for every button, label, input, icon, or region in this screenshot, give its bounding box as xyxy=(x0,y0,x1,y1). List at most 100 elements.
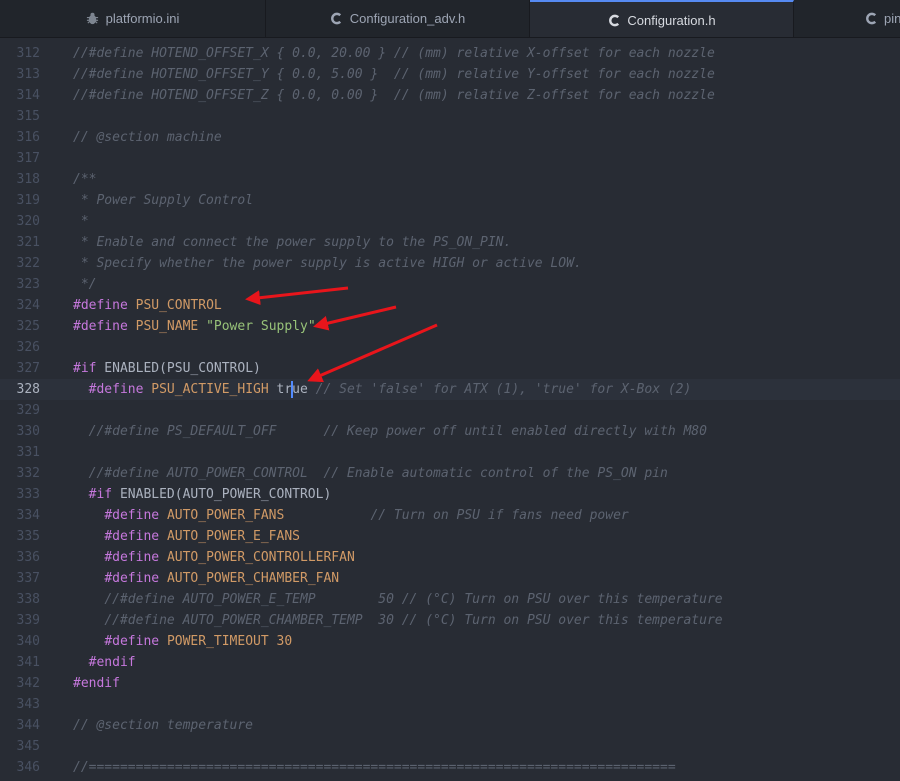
code-token: //#define HOTEND_OFFSET_Z { 0.0, 0.00 } … xyxy=(73,88,715,103)
code-line[interactable]: #define AUTO_POWER_CONTROLLERFAN xyxy=(73,547,355,568)
code-line[interactable]: #define POWER_TIMEOUT 30 xyxy=(73,631,292,652)
code-token: //#define AUTO_POWER_E_TEMP 50 // (°C) T… xyxy=(104,592,723,607)
code-token: "Power Supply" xyxy=(206,319,316,334)
code-token: AUTO_POWER_FANS xyxy=(166,508,285,523)
code-line[interactable]: * Power Supply Control xyxy=(73,190,253,211)
line-number: 343 xyxy=(16,697,40,712)
code-line[interactable]: #endif xyxy=(73,673,120,694)
code-token: /** xyxy=(73,172,97,187)
tab-pins[interactable]: pins xyxy=(794,0,900,37)
code-line[interactable]: #define PSU_NAME "Power Supply" xyxy=(73,316,316,337)
code-line[interactable]: //#define PS_DEFAULT_OFF // Keep power o… xyxy=(73,421,707,442)
code-line[interactable]: //#define AUTO_POWER_CONTROL // Enable a… xyxy=(73,463,668,484)
code-token: // Set 'false' for ATX (1), 'true' for X… xyxy=(315,382,692,397)
line-number: 333 xyxy=(16,487,40,502)
tab-label: platformio.ini xyxy=(105,11,180,26)
code-line[interactable]: */ xyxy=(73,274,97,295)
code-line[interactable]: #if ENABLED(PSU_CONTROL) xyxy=(73,358,261,379)
code-line[interactable]: * Enable and connect the power supply to… xyxy=(73,232,511,253)
line-number: 339 xyxy=(16,613,40,628)
code-token: #define xyxy=(104,508,160,523)
line-number: 320 xyxy=(16,214,40,229)
code-line[interactable]: #define AUTO_POWER_FANS // Turn on PSU i… xyxy=(73,505,628,526)
c-file-icon xyxy=(607,13,621,27)
code-line[interactable]: #if ENABLED(AUTO_POWER_CONTROL) xyxy=(73,484,332,505)
code-token: * Specify whether the power supply is ac… xyxy=(73,256,582,271)
tab-configuration-adv-h[interactable]: Configuration_adv.h xyxy=(266,0,530,37)
code-line[interactable]: // @section machine xyxy=(73,127,222,148)
code-line[interactable]: #define PSU_ACTIVE_HIGH true // Set 'fal… xyxy=(73,379,691,400)
code-token: #define xyxy=(104,634,160,649)
code-token: ENABLED(PSU_CONTROL) xyxy=(96,361,261,376)
code-token: #endif xyxy=(73,676,120,691)
line-number: 324 xyxy=(16,298,40,313)
code-line[interactable]: //======================================… xyxy=(73,757,676,778)
code-token: 30 xyxy=(276,634,293,649)
code-token: POWER_TIMEOUT xyxy=(166,634,269,649)
code-token: AUTO_POWER_CONTROLLERFAN xyxy=(166,550,355,565)
code-token: //#define HOTEND_OFFSET_Y { 0.0, 5.00 } … xyxy=(73,67,715,82)
code-token: #define xyxy=(104,529,160,544)
arrow-psu-control xyxy=(245,286,349,306)
line-number: 319 xyxy=(16,193,40,208)
line-number: 345 xyxy=(16,739,40,754)
line-number: 342 xyxy=(16,676,40,691)
tab-configuration-h[interactable]: Configuration.h xyxy=(530,0,794,37)
line-number: 314 xyxy=(16,88,40,103)
code-token: #if xyxy=(73,361,97,376)
code-line[interactable]: * xyxy=(73,211,89,232)
code-line[interactable]: #define AUTO_POWER_CHAMBER_FAN xyxy=(73,568,339,589)
line-number: 322 xyxy=(16,256,40,271)
code-token: #define xyxy=(73,319,128,334)
code-token: //#define HOTEND_OFFSET_X { 0.0, 20.00 }… xyxy=(73,46,715,61)
line-number: 328 xyxy=(16,382,40,397)
code-token: // @section machine xyxy=(73,130,222,145)
line-number: 340 xyxy=(16,634,40,649)
line-number: 315 xyxy=(16,109,40,124)
code-token: #endif xyxy=(88,655,136,670)
code-token: //#define PS_DEFAULT_OFF // Keep power o… xyxy=(88,424,707,439)
code-line[interactable]: //#define HOTEND_OFFSET_Y { 0.0, 5.00 } … xyxy=(73,64,715,85)
code-line[interactable]: //#define AUTO_POWER_CHAMBER_TEMP 30 // … xyxy=(73,610,722,631)
line-number: 318 xyxy=(16,172,40,187)
code-line[interactable]: #endif xyxy=(73,652,136,673)
code-token: //#define AUTO_POWER_CONTROL // Enable a… xyxy=(88,466,668,481)
code-line[interactable]: //#define AUTO_POWER_E_TEMP 50 // (°C) T… xyxy=(73,589,723,610)
code-token: //======================================… xyxy=(73,760,676,775)
line-number: 325 xyxy=(16,319,40,334)
code-line[interactable]: * Specify whether the power supply is ac… xyxy=(73,253,582,274)
line-number: 313 xyxy=(16,67,40,82)
code-line[interactable]: //#define HOTEND_OFFSET_Z { 0.0, 0.00 } … xyxy=(73,85,715,106)
code-token: */ xyxy=(73,277,97,292)
line-number: 331 xyxy=(16,445,40,460)
tab-label: Configuration.h xyxy=(627,12,716,28)
tab-platformio-ini[interactable]: platformio.ini xyxy=(0,0,266,37)
code-line[interactable]: //#define HOTEND_OFFSET_X { 0.0, 20.00 }… xyxy=(73,43,715,64)
line-number: 346 xyxy=(16,760,40,775)
code-token: AUTO_POWER_E_FANS xyxy=(166,529,300,544)
code-token: // @section temperature xyxy=(73,718,254,733)
code-token: AUTO_POWER_CHAMBER_FAN xyxy=(166,571,340,586)
code-line[interactable]: #define PSU_CONTROL xyxy=(73,295,222,316)
code-token: PSU_NAME xyxy=(135,319,199,334)
code-line[interactable]: /** xyxy=(73,169,96,190)
line-number: 341 xyxy=(16,655,40,670)
code-line[interactable]: #define AUTO_POWER_E_FANS xyxy=(73,526,300,547)
code-token: * xyxy=(73,214,89,229)
code-line[interactable]: // @section temperature xyxy=(73,715,253,736)
